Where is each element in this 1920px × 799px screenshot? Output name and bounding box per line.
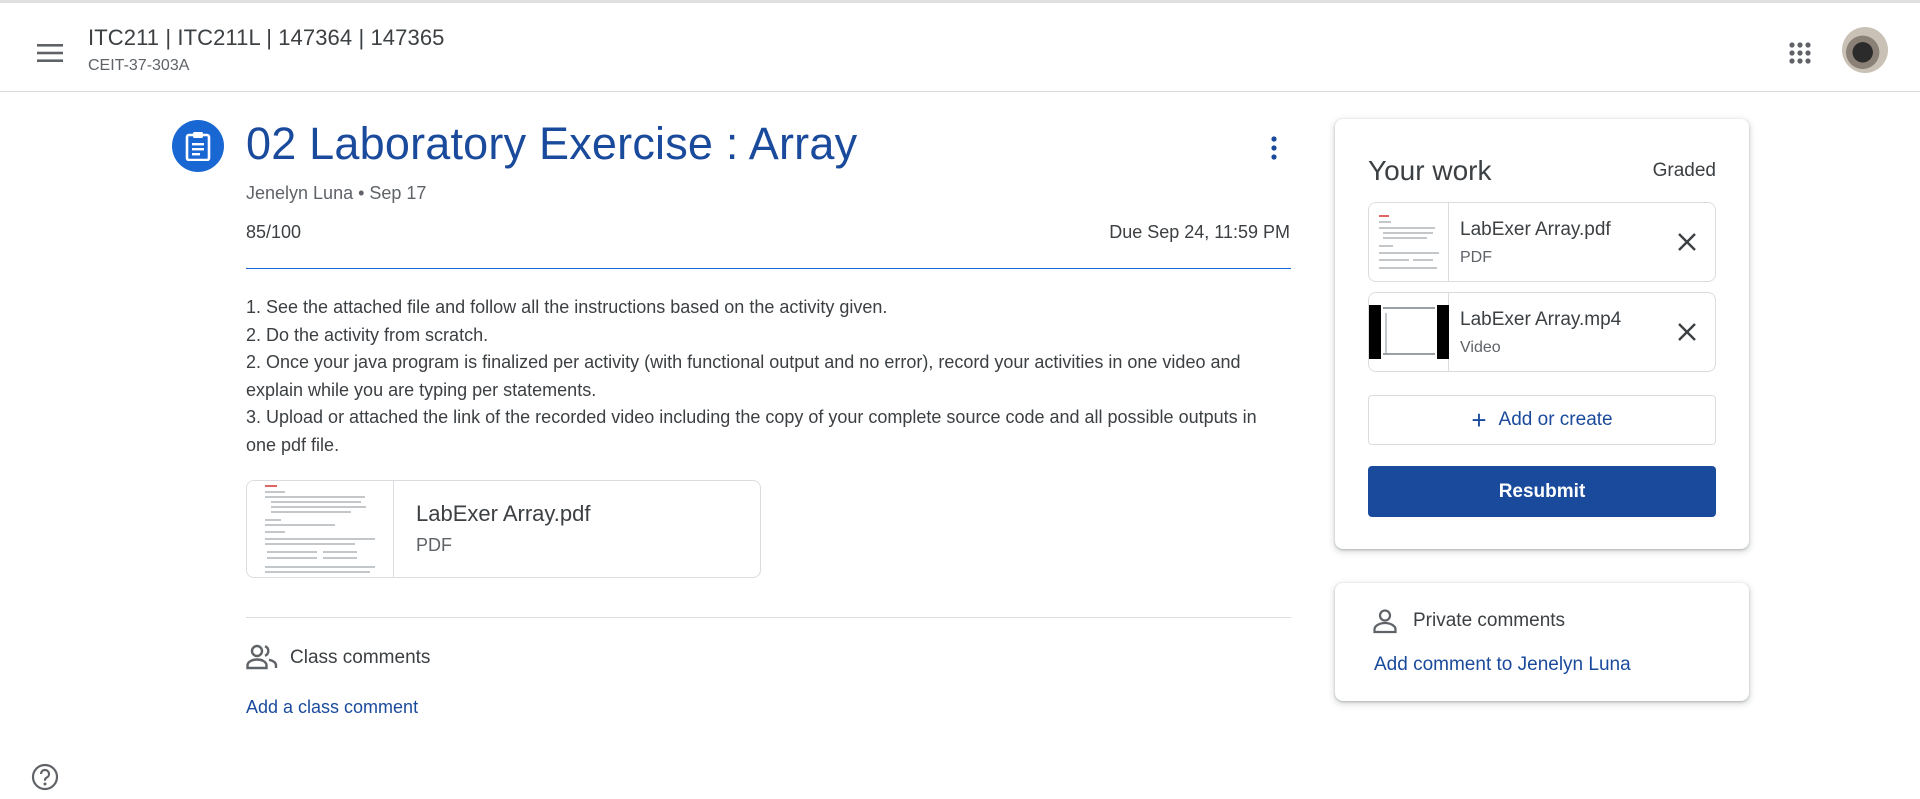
file-name: LabExer Array.mp4: [1460, 309, 1622, 330]
course-section: CEIT-37-303A: [88, 57, 190, 74]
apps-grid-icon[interactable]: [1776, 29, 1824, 77]
attachment-card[interactable]: LabExer Array.pdf PDF: [246, 480, 761, 578]
instruction-line: 1. See the attached file and follow all …: [246, 297, 888, 317]
assignment-icon: [172, 120, 224, 172]
pdf-thumbnail: [247, 481, 394, 577]
instruction-line: 3. Upload or attached the link of the re…: [246, 407, 1257, 455]
file-type: Video: [1460, 339, 1501, 356]
assignment-instructions: 1. See the attached file and follow all …: [246, 294, 1291, 459]
your-work-card: Your work Graded LabExer Array.pdf PDF L…: [1335, 119, 1749, 549]
instruction-line: 2. Once your java program is finalized p…: [246, 352, 1241, 400]
add-or-create-button[interactable]: + Add or create: [1368, 395, 1716, 445]
add-private-comment-link[interactable]: Add comment to Jenelyn Luna: [1374, 654, 1631, 676]
due-date: Due Sep 24, 11:59 PM: [1109, 222, 1290, 242]
header-divider: [246, 268, 1291, 269]
submitted-file[interactable]: LabExer Array.pdf PDF: [1368, 202, 1716, 282]
grade-status: Graded: [1652, 160, 1716, 181]
assignment-points: 85/100: [246, 222, 302, 242]
person-icon: [1372, 608, 1398, 634]
comments-divider: [246, 617, 1291, 618]
submitted-file[interactable]: LabExer Array.mp4 Video: [1368, 292, 1716, 372]
user-avatar[interactable]: [1842, 27, 1888, 73]
private-comments-label: Private comments: [1413, 610, 1566, 631]
people-icon: [246, 644, 278, 672]
attachment-type: PDF: [416, 535, 452, 555]
resubmit-button[interactable]: Resubmit: [1368, 466, 1716, 517]
top-app-bar: ITC211 | ITC211L | 147364 | 147365 CEIT-…: [0, 0, 1920, 92]
file-type: PDF: [1460, 249, 1492, 266]
help-icon[interactable]: [30, 762, 60, 792]
your-work-title: Your work: [1368, 155, 1492, 186]
class-comments-label: Class comments: [290, 647, 431, 668]
more-options-icon[interactable]: [1254, 124, 1294, 172]
menu-icon[interactable]: [28, 31, 72, 75]
remove-file-icon[interactable]: [1659, 203, 1715, 281]
add-or-create-label: Add or create: [1498, 409, 1613, 430]
plus-icon: +: [1471, 405, 1487, 435]
pdf-thumbnail: [1369, 203, 1449, 281]
course-title[interactable]: ITC211 | ITC211L | 147364 | 147365: [88, 25, 445, 51]
file-name: LabExer Array.pdf: [1460, 219, 1611, 240]
attachment-name: LabExer Array.pdf: [416, 501, 591, 526]
video-thumbnail: [1369, 293, 1449, 371]
add-class-comment-link[interactable]: Add a class comment: [246, 697, 418, 718]
instruction-line: 2. Do the activity from scratch.: [246, 324, 489, 345]
assignment-meta: Jenelyn Luna • Sep 17: [246, 183, 427, 203]
assignment-title: 02 Laboratory Exercise : Array: [246, 118, 858, 169]
private-comments-card: Private comments Add comment to Jenelyn …: [1335, 583, 1749, 701]
remove-file-icon[interactable]: [1659, 293, 1715, 371]
